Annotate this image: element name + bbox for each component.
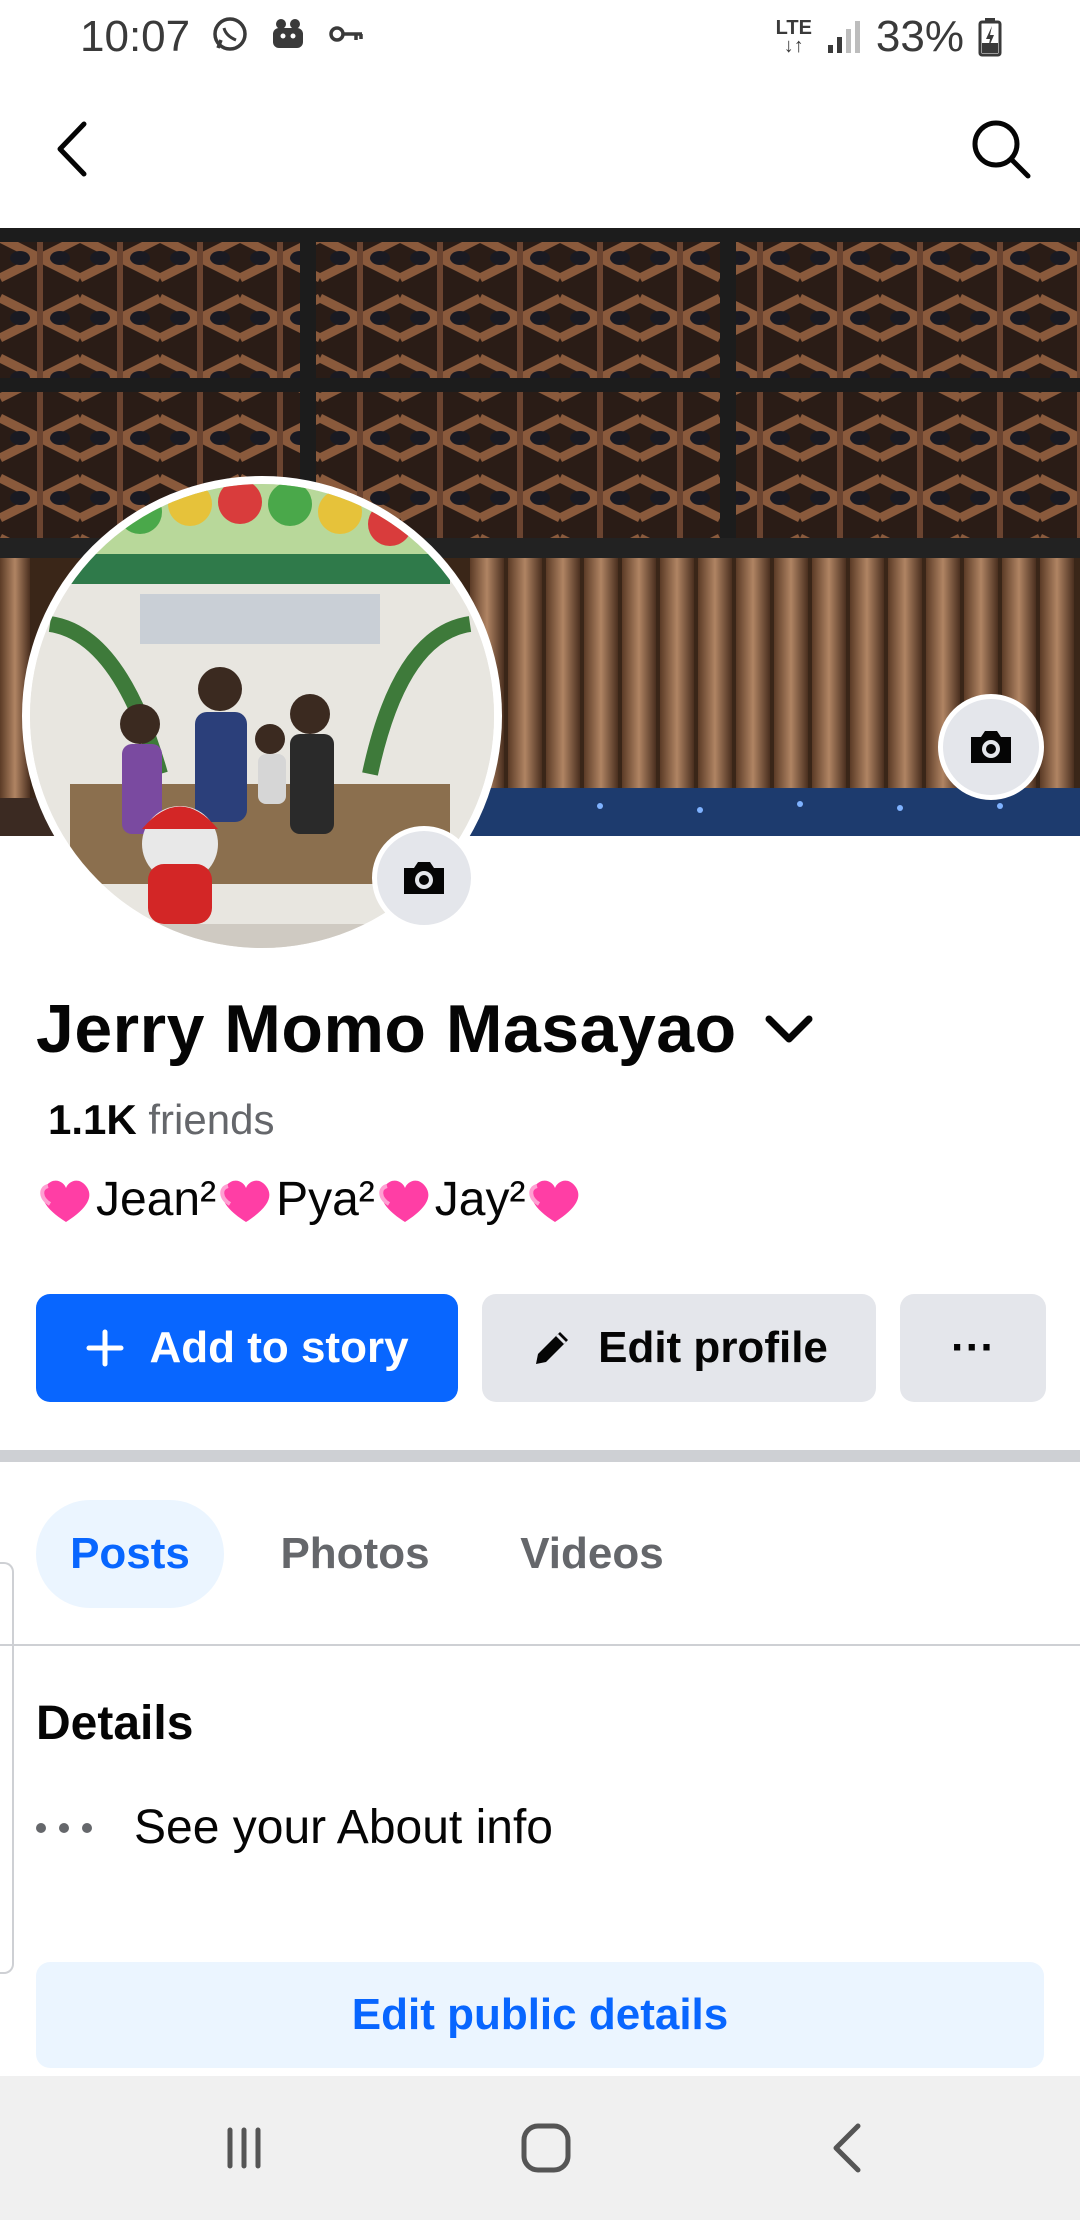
edit-profile-picture-camera-button[interactable] [372,826,476,930]
pencil-icon [536,1332,569,1364]
app-bar [0,72,1080,228]
tab-photos[interactable]: Photos [248,1500,462,1608]
vpn-key-icon [329,26,363,42]
tab-videos[interactable]: Videos [486,1500,698,1608]
home-button[interactable] [510,2116,582,2180]
signal-icon [827,21,860,53]
friends-count[interactable]: 1.1K friends [48,1096,274,1144]
side-panel-edge[interactable] [0,1562,14,1974]
bio-segment: Pya² [276,1173,375,1226]
edit-cover-camera-button[interactable] [938,694,1044,800]
recent-apps-icon [227,2127,261,2169]
more-options-label: ··· [951,1323,995,1372]
heart-icon [529,1180,579,1222]
status-notification-icons [210,14,366,54]
chevron-down-icon[interactable] [763,1011,815,1047]
edit-profile-label: Edit profile [598,1323,828,1372]
tab-posts[interactable]: Posts [36,1500,224,1608]
see-about-info-label: See your About info [134,1801,553,1854]
status-time: 10:07 [80,12,191,61]
profile-name-row[interactable]: Jerry Momo Masayao [36,990,815,1068]
whatsapp-icon [213,17,247,51]
plus-icon [86,1329,124,1367]
recent-apps-button[interactable] [208,2116,280,2180]
heart-icon [220,1180,270,1222]
profile-name: Jerry Momo Masayao [36,991,737,1067]
camera-icon [404,862,444,894]
details-heading: Details [36,1697,194,1750]
status-bar: 10:07 LTE ↓↑ 33% [0,0,1080,72]
bio-segment: Jean² [96,1173,217,1226]
edit-profile-button[interactable]: Edit profile [482,1294,876,1402]
tabs-divider [0,1644,1080,1646]
battery-charging-icon [978,18,1002,57]
more-options-button[interactable]: ··· [900,1294,1046,1402]
edit-public-details-button[interactable]: Edit public details [36,1962,1044,2068]
status-right-group: LTE ↓↑ 33% [776,12,1002,62]
friends-label: friends [148,1096,275,1143]
more-dots-icon [36,1816,92,1840]
bio-segment: Jay² [434,1173,526,1226]
camera-icon [971,731,1011,763]
heart-icon [40,1180,90,1222]
system-back-icon [833,2123,861,2173]
add-to-story-label: Add to story [149,1323,409,1372]
system-back-button[interactable] [812,2116,884,2180]
section-divider [0,1450,1080,1462]
home-icon [521,2123,571,2173]
heart-icon [379,1180,429,1222]
see-about-info-row[interactable]: See your About info [36,1800,553,1855]
add-to-story-button[interactable]: Add to story [36,1294,458,1402]
back-arrow-icon[interactable] [44,114,104,184]
app-notification-icon [273,19,303,48]
friends-number: 1.1K [48,1096,137,1143]
search-icon[interactable] [966,114,1036,184]
system-navigation-bar [0,2076,1080,2220]
network-type-icon: LTE ↓↑ [775,17,812,57]
battery-percent: 33% [875,12,964,61]
profile-bio: Jean² Pya² Jay² [36,1172,585,1227]
